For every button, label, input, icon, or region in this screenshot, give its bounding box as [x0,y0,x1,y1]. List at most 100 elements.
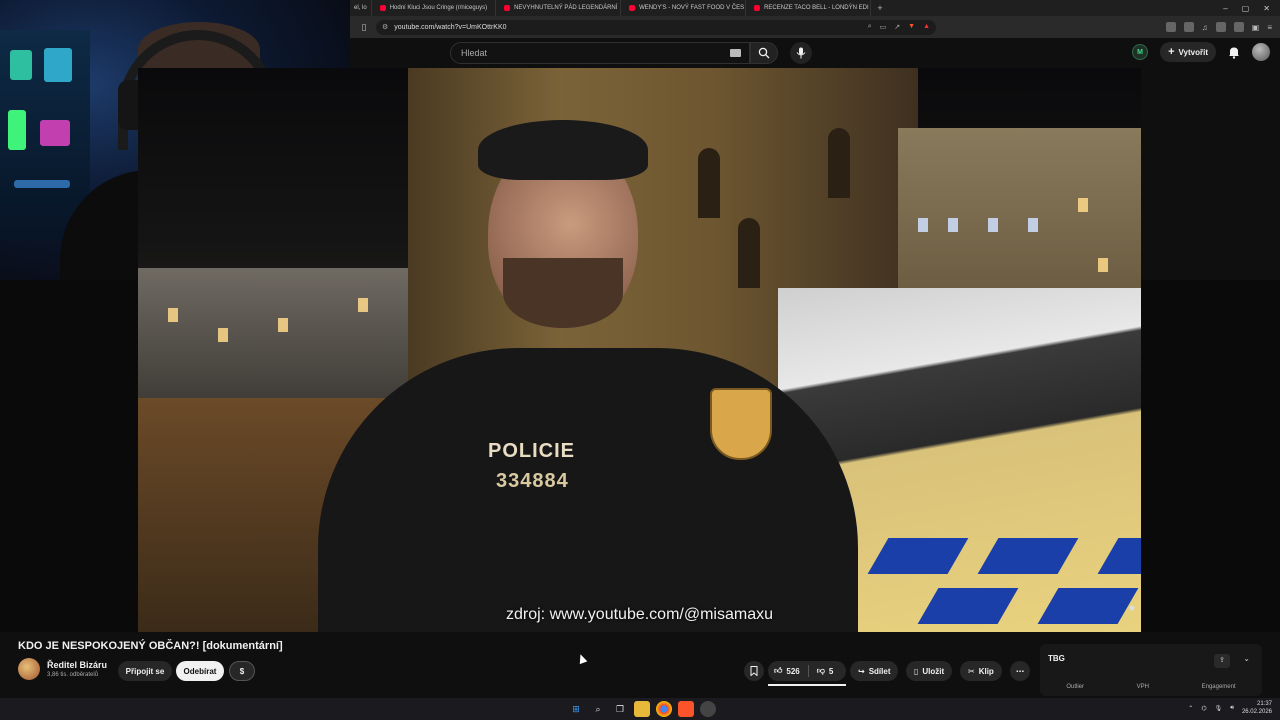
browser-tab[interactable]: Hodní Kluci Jsou Cringe (r/niceguys) [372,0,497,16]
close-icon[interactable]: ✕ [1263,4,1270,13]
share-icon[interactable]: ↗ [894,23,900,31]
url-field[interactable]: ⚙ youtube.com/watch?v=UmKOttrKK0 ⌕ ▭ ↗ ▼… [376,19,936,35]
brave-shield-icon[interactable]: ▼ [908,23,915,31]
browser-toolbar-right: ♫ ▣ ≡ [1165,22,1272,32]
channel-watermark-icon: ◆ [1128,603,1135,612]
account-avatar[interactable] [1252,43,1270,61]
window-controls: – ▢ ✕ [1223,4,1280,13]
more-actions-button[interactable]: ⋯ [1010,661,1030,681]
app-icon[interactable] [700,701,716,717]
scissors-icon: ✂ [968,666,975,676]
channel-avatar[interactable] [18,658,40,680]
extension-icon[interactable] [1165,22,1176,32]
browser-tab[interactable]: RECENZE TACO BELL - LONDÝN EDI [746,0,872,16]
youtube-favicon-icon [629,5,636,11]
save-button[interactable]: ▯ Uložit [906,661,953,681]
pip-icon[interactable]: ▭ [880,23,887,31]
video-info-bar: KDO JE NESPOKOJENÝ OBČAN?! [dokumentární… [0,632,1280,698]
like-dislike-group: 👍︎ 526 👎︎ 5 [768,661,846,681]
minimize-icon[interactable]: – [1223,4,1227,13]
export-icon[interactable]: ⇪ [1214,654,1230,668]
police-shoulder-badge [710,388,772,460]
thumbs-down-icon: 👎︎ [816,666,825,675]
officer-uniform [318,348,858,632]
screen: el, lo Hodní Kluci Jsou Cringe (r/nicegu… [0,0,1280,720]
extension-icon[interactable] [1233,22,1244,32]
maximize-icon[interactable]: ▢ [1242,4,1250,13]
brave-icon[interactable] [678,701,694,717]
like-button[interactable]: 👍︎ 526 [774,666,800,676]
save-label: Uložit [922,666,945,676]
address-bar-row: ▯ ⚙ youtube.com/watch?v=UmKOttrKK0 ⌕ ▭ ↗… [350,16,1280,38]
video-caption: zdroj: www.youtube.com/@misamaxu [506,606,773,623]
music-icon[interactable]: ♫ [1202,23,1208,32]
new-tab-button[interactable]: + [871,3,889,13]
tab-outlier[interactable]: Outlier [1066,684,1084,690]
wallet-icon[interactable]: ▣ [1252,23,1260,32]
join-button[interactable]: Připojit se [118,661,172,681]
subscriber-count: 3,86 tis. odběratelů [47,672,99,678]
chevron-up-icon[interactable]: ⌃ [1188,705,1193,712]
chrome-icon[interactable] [656,701,672,717]
officer-beret [478,120,648,180]
analytics-extension-panel: TBG ⇪ ⌄ Outlier VPH Engagement [1040,644,1262,696]
vest-badge-number: 334884 [496,470,569,492]
extension-badge-icon[interactable]: M [1132,44,1149,60]
tab-engagement[interactable]: Engagement [1202,684,1236,690]
dislike-count: 5 [828,666,834,676]
bookmark-icon [750,666,758,676]
url-actions: ⌕ ▭ ↗ ▼ ▲ [868,23,930,31]
video-officer [318,108,858,632]
bookmark-button[interactable] [744,661,764,681]
plus-icon: + [1168,46,1175,58]
tab-label: WENDY'S - NOVÝ FAST FOOD V ČES [639,5,745,11]
youtube-favicon-icon [504,5,511,11]
subscribe-button[interactable]: Odebírat [176,661,224,681]
windows-start-icon[interactable]: ⊞ [568,701,584,717]
search-placeholder: Hledat [461,48,488,58]
chevron-down-icon[interactable]: ⌄ [1243,654,1250,663]
video-player[interactable]: POLICIE 334884 zdroj: www.youtube.com/@m… [138,68,1141,632]
video-title: KDO JE NESPOKOJENÝ OBČAN?! [dokumentární… [18,640,283,652]
dislike-button[interactable]: 👎︎ 5 [817,666,834,676]
share-button[interactable]: ↪ Sdílet [850,661,899,681]
thanks-button[interactable]: $ [229,661,255,681]
divider [807,665,809,677]
clock-time: 21:37 [1256,701,1272,707]
vest-police-text: POLICIE [488,440,576,462]
create-button[interactable]: + Vytvořit [1160,42,1216,62]
site-settings-icon[interactable]: ⚙ [382,23,388,31]
rewards-icon[interactable]: ▲ [923,23,930,31]
bookmark-icon[interactable]: ▯ [358,22,370,33]
tab-label: NEVYHNUTELNÝ PÁD LEGENDÁRNÍ [514,5,618,11]
browser-tab[interactable]: WENDY'S - NOVÝ FAST FOOD V ČES [621,0,747,16]
search-icon[interactable]: ⌕ [590,701,606,717]
channel-name[interactable]: Ředitel Bizáru [47,660,107,670]
task-view-icon[interactable]: ❐ [612,701,628,717]
taskbar-apps: ⊞ ⌕ ❐ [568,701,716,717]
network-icon[interactable]: ⌬ [1201,705,1206,712]
clock[interactable]: 21:37 26.02.2026 [1242,700,1272,716]
browser-tab[interactable]: el, lo [350,0,372,16]
voice-search-button[interactable] [790,42,812,64]
tab-label: RECENZE TACO BELL - LONDÝN EDI [764,5,869,11]
clip-button[interactable]: ✂ Klip [960,661,1002,681]
clip-label: Klip [978,666,994,676]
search-input[interactable]: Hledat [450,42,750,64]
notifications-bell-icon[interactable] [1228,46,1240,59]
tab-vph[interactable]: VPH [1137,684,1149,690]
extension-icon[interactable] [1183,22,1194,32]
search-button[interactable] [750,42,778,64]
volume-icon[interactable]: 🔊︎ [1230,705,1234,712]
keyboard-icon[interactable] [730,49,741,57]
file-explorer-icon[interactable] [634,701,650,717]
zoom-icon[interactable]: ⌕ [868,23,872,31]
extension-icon[interactable] [1215,22,1226,32]
microphone-icon [796,47,806,59]
mic-icon[interactable]: 🎙︎ [1215,705,1223,712]
search-icon [758,47,770,59]
officer-beard [503,258,623,328]
like-ratio-bar [768,684,846,686]
menu-icon[interactable]: ≡ [1267,23,1272,32]
browser-tab[interactable]: NEVYHNUTELNÝ PÁD LEGENDÁRNÍ [496,0,622,16]
